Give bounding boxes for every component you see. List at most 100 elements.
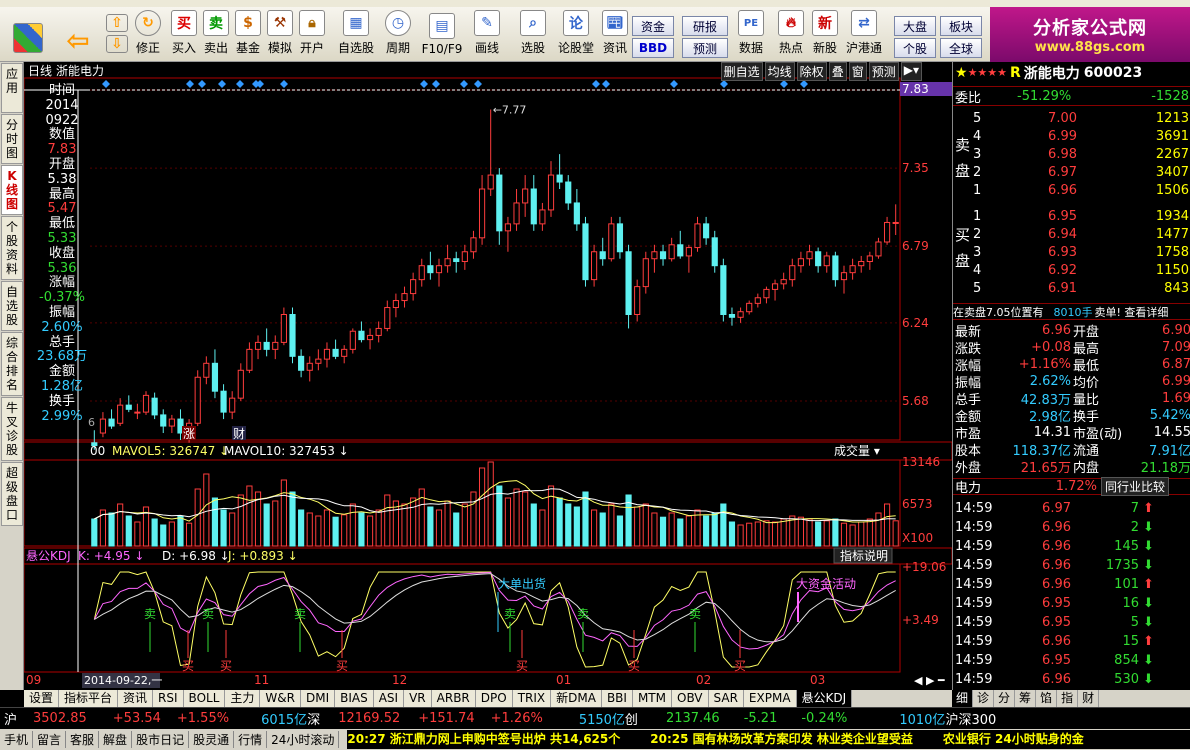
ex-rights-button[interactable]: 除权 <box>796 62 827 81</box>
remove-watch-button[interactable]: 删自选 <box>720 62 763 81</box>
watchlist-button[interactable]: ▦ 自选股 <box>336 9 376 59</box>
tab-diagnosis[interactable]: 牛叉诊股 <box>1 397 23 461</box>
big-order-note[interactable]: 在卖盘7.05位置有 8010手 卖单! 查看详细 <box>953 303 1190 320</box>
stock-button[interactable]: 个股 <box>894 38 936 58</box>
sz-label[interactable]: 深 <box>307 709 320 728</box>
tab-index[interactable]: 指 <box>1057 690 1079 707</box>
ask-row[interactable]: 4 6.99 3691 <box>953 128 1190 145</box>
tab-arbr[interactable]: ARBR <box>431 690 476 707</box>
tab-new-dma[interactable]: 新DMA <box>551 690 602 707</box>
tab-dpo[interactable]: DPO <box>475 690 513 707</box>
window-button[interactable]: 窗 <box>848 62 867 81</box>
tab-kdj[interactable]: 悬公KDJ <box>796 690 853 707</box>
draw-button[interactable]: ✎ 画线 <box>470 9 504 59</box>
tab-boll[interactable]: BOLL <box>183 690 226 707</box>
data-button[interactable]: PE 数据 <box>736 9 766 59</box>
research-button[interactable]: 研报 <box>682 16 728 36</box>
news-button[interactable]: 📰︎ 资讯 <box>600 9 630 59</box>
tab-stock-profile[interactable]: 个股资料 <box>1 216 23 280</box>
overlay-button[interactable]: 叠 <box>828 62 847 81</box>
simulate-button[interactable]: ⚒ 模拟 <box>266 9 294 59</box>
tab-bias[interactable]: BIAS <box>335 690 374 707</box>
tab-ranking[interactable]: 综合排名 <box>1 332 23 396</box>
tab-sar[interactable]: SAR <box>708 690 744 707</box>
compare-button[interactable]: 同行业比较 <box>1101 477 1170 496</box>
rolling-news-link[interactable]: 24小时滚动 <box>267 731 340 748</box>
ask-row[interactable]: 2 6.97 3407 <box>953 164 1190 181</box>
note-end[interactable]: 卖单! 查看详细 <box>1095 304 1169 320</box>
tab-asi[interactable]: ASI <box>373 690 405 707</box>
tab-fill[interactable]: 馅 <box>1036 690 1058 707</box>
global-button[interactable]: 全球 <box>940 38 982 58</box>
up-down-buttons[interactable]: ⇧ ⇩ <box>104 9 130 59</box>
quotes-link[interactable]: 行情 <box>234 731 268 748</box>
ma-button[interactable]: 均线 <box>764 62 795 81</box>
back-button[interactable]: ⇦ <box>58 9 98 59</box>
bid-row[interactable]: 4 6.92 1150 <box>953 262 1190 279</box>
ask-row[interactable]: 3 6.98 2267 <box>953 146 1190 163</box>
sector-button[interactable]: 板块 <box>940 16 982 36</box>
tab-rsi[interactable]: RSI <box>153 690 184 707</box>
open-account-button[interactable]: 🔒︎ 开户 <box>298 9 326 59</box>
tab-obv[interactable]: OBV <box>672 690 709 707</box>
fix-button[interactable]: ↻ 修正 <box>134 9 162 59</box>
period-button[interactable]: ◷ 周期 <box>380 9 416 59</box>
ipo-button[interactable]: 新新股 <box>810 9 840 59</box>
mobile-link[interactable]: 手机 <box>0 731 34 748</box>
service-link[interactable]: 客服 <box>66 731 100 748</box>
ask-row[interactable]: 5 7.00 1213 <box>953 110 1190 127</box>
tab-intraday[interactable]: 分时图 <box>1 114 23 164</box>
tab-vr[interactable]: VR <box>404 690 432 707</box>
bid-row[interactable]: 5 6.91 843 <box>953 280 1190 297</box>
news-ticker[interactable]: 20:27 浙江鼎力网上申购中签号出炉 共14,625个 20:25 国有林场改… <box>347 730 1190 749</box>
bbd-button[interactable]: BBD <box>632 38 674 58</box>
message-link[interactable]: 留言 <box>33 731 67 748</box>
index-button[interactable]: 大盘 <box>894 16 936 36</box>
forum-button[interactable]: 论论股堂 <box>556 9 596 59</box>
tab-mtm[interactable]: MTM <box>632 690 672 707</box>
bid-row[interactable]: 1 6.95 1934 <box>953 208 1190 225</box>
bid-row[interactable]: 2 6.94 1477 <box>953 226 1190 243</box>
news-item-2[interactable]: 20:25 国有林场改革方案印发 林业类企业望受益 <box>650 730 913 749</box>
news-item-1[interactable]: 20:27 浙江鼎力网上申购中签号出炉 共14,625个 <box>347 730 620 749</box>
ask-row[interactable]: 1 6.96 1506 <box>953 182 1190 199</box>
tab-settings[interactable]: 设置 <box>24 690 60 707</box>
f10-button[interactable]: ▤ F10/F9 <box>420 9 464 59</box>
cy-label[interactable]: 创 <box>625 709 638 728</box>
sector-name[interactable]: 电力 <box>953 477 1033 496</box>
tab-finance[interactable]: 财 <box>1078 690 1100 707</box>
tab-watchlist[interactable]: 自选股 <box>1 281 23 331</box>
expand-icon[interactable]: ▶▾ <box>900 62 922 81</box>
forecast-button[interactable]: 预测 <box>682 38 728 58</box>
brand-banner[interactable]: 分析家公式网 www.88gs.com <box>990 7 1190 62</box>
hk-connect-button[interactable]: ⇄ 沪港通 <box>844 9 884 59</box>
tab-diagnose[interactable]: 诊 <box>973 690 995 707</box>
analysis-link[interactable]: 解盘 <box>99 731 133 748</box>
tab-apps[interactable]: 应用 <box>1 63 23 113</box>
period-label[interactable]: 日线 <box>28 62 52 79</box>
hs300-label[interactable]: 沪深300 <box>945 709 996 728</box>
stock-genie-link[interactable]: 股灵通 <box>189 731 235 748</box>
stock-picker-button[interactable]: ⌕ 选股 <box>518 9 548 59</box>
tab-order-book[interactable]: 超级盘口 <box>1 462 23 526</box>
tab-chips[interactable]: 筹 <box>1015 690 1037 707</box>
tab-trix[interactable]: TRIX <box>512 690 552 707</box>
tab-news[interactable]: 资讯 <box>118 690 154 707</box>
fund-button[interactable]: $ 基金 <box>234 9 262 59</box>
capital-button[interactable]: 资金 <box>632 16 674 36</box>
tab-main-force[interactable]: 主力 <box>225 690 261 707</box>
tab-minute[interactable]: 分 <box>994 690 1016 707</box>
buy-button[interactable]: 买买入 <box>170 9 198 59</box>
tab-bbi[interactable]: BBI <box>601 690 633 707</box>
tab-expma[interactable]: EXPMA <box>743 690 797 707</box>
tab-indicator-platform[interactable]: 指标平台 <box>59 690 119 707</box>
kline-chart[interactable]: 7.917.356.796.245.687.83←7.77涨财600MAVOL5… <box>24 62 952 690</box>
tab-detail[interactable]: 细 <box>952 690 974 707</box>
chart-canvas[interactable]: 7.917.356.796.245.687.83←7.77涨财600MAVOL5… <box>24 62 952 690</box>
sell-button[interactable]: 卖卖出 <box>202 9 230 59</box>
tab-kline[interactable]: K线图 <box>1 165 23 215</box>
diary-link[interactable]: 股市日记 <box>132 731 190 748</box>
tab-dmi[interactable]: DMI <box>300 690 336 707</box>
sh-label[interactable]: 沪 <box>4 709 17 728</box>
app-logo[interactable] <box>8 9 48 59</box>
